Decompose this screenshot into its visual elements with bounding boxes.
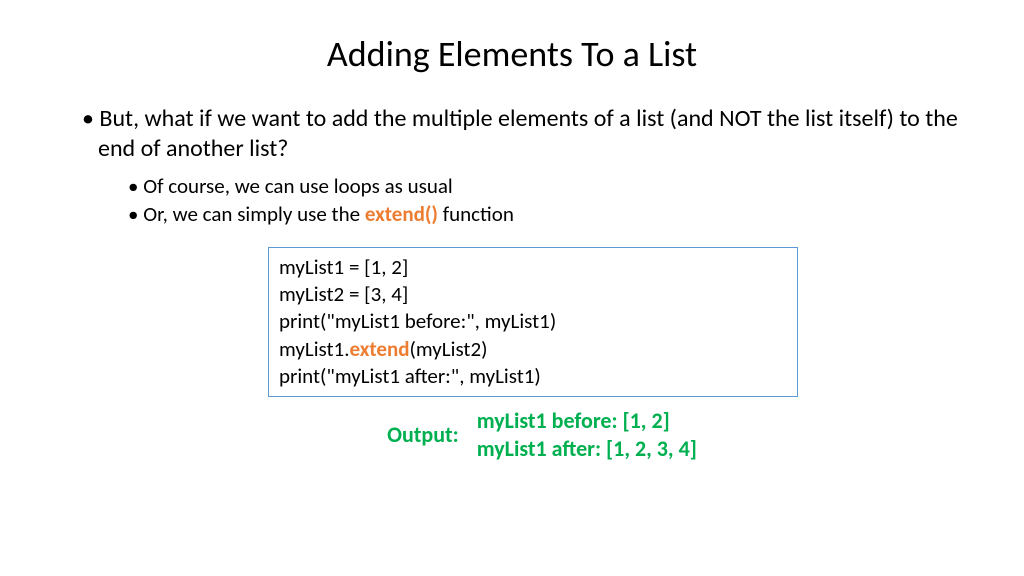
output-row: Output: myList1 before: [1, 2] myList1 a… — [120, 407, 964, 462]
bullet-sub-2: Or, we can simply use the extend() funct… — [144, 200, 964, 228]
output-lines: myList1 before: [1, 2] myList1 after: [1… — [477, 407, 697, 462]
bullet-sub-2-pre: Or, we can simply use the — [143, 201, 365, 227]
bullet-main: But, what if we want to add the multiple… — [98, 104, 964, 164]
extend-fn-label: extend() — [365, 201, 438, 227]
bullet-sub-1: Of course, we can use loops as usual — [144, 172, 964, 200]
code-line-1: myList1 = [1, 2] — [279, 254, 787, 281]
bullet-sub-2-post: function — [438, 201, 514, 227]
code-line-2: myList2 = [3, 4] — [279, 281, 787, 308]
code-box: myList1 = [1, 2] myList2 = [3, 4] print(… — [268, 247, 798, 397]
slide-title: Adding Elements To a List — [60, 32, 964, 76]
output-line-2: myList1 after: [1, 2, 3, 4] — [477, 435, 697, 463]
output-line-1: myList1 before: [1, 2] — [477, 407, 697, 435]
output-label: Output: — [387, 421, 459, 448]
code-l4-post: (myList2) — [410, 336, 488, 362]
code-line-5: print("myList1 after:", myList1) — [279, 363, 787, 390]
code-l4-pre: myList1. — [279, 336, 350, 362]
code-line-3: print("myList1 before:", myList1) — [279, 308, 787, 335]
code-l4-fn: extend — [350, 336, 410, 362]
code-line-4: myList1.extend(myList2) — [279, 336, 787, 363]
slide: Adding Elements To a List But, what if w… — [0, 0, 1024, 482]
